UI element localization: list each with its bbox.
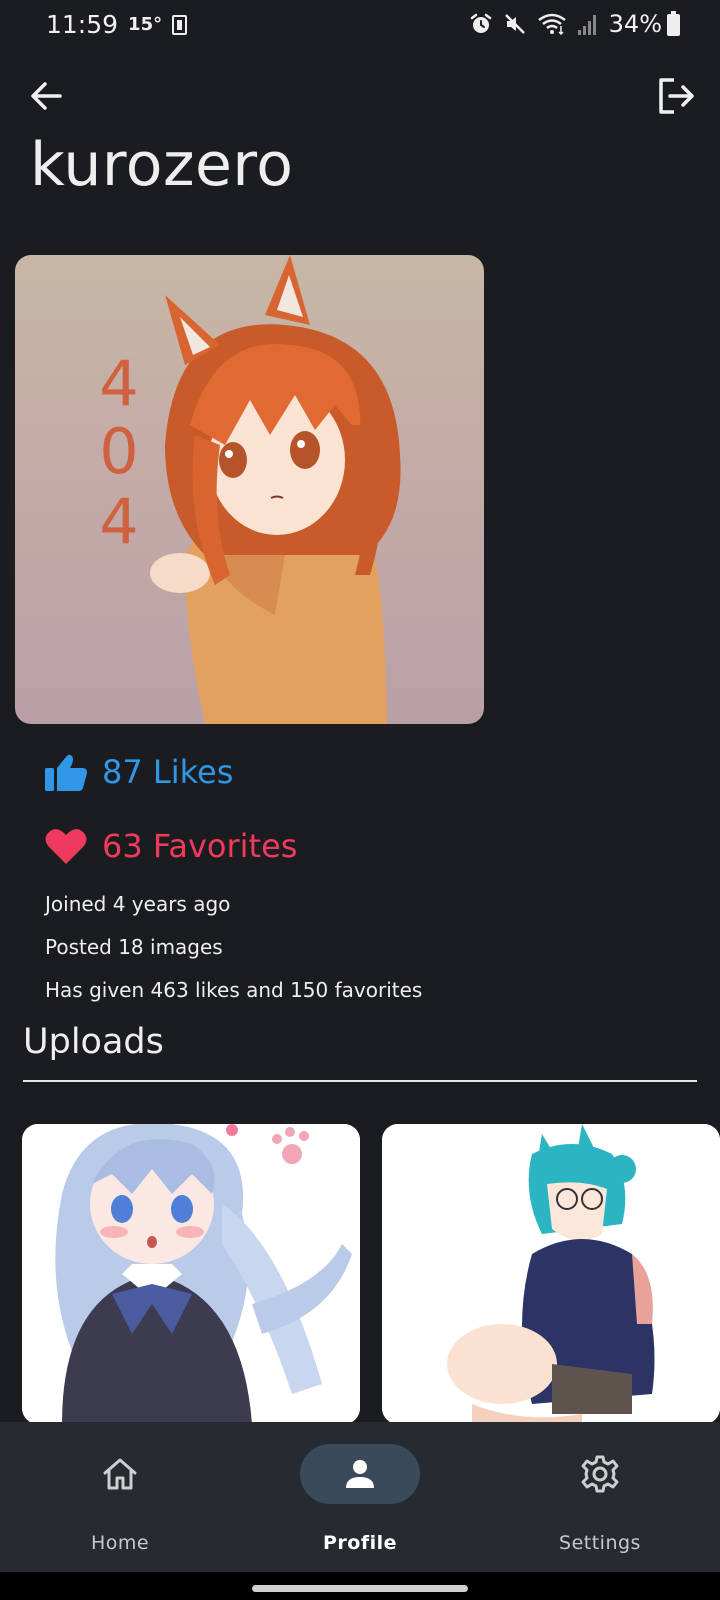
heart-icon bbox=[45, 829, 87, 864]
nav-item-home[interactable]: Home bbox=[0, 1422, 240, 1572]
profile-avatar: 4 0 4 bbox=[15, 255, 484, 724]
joined-info: Joined 4 years ago bbox=[45, 892, 231, 916]
logout-button[interactable] bbox=[654, 74, 698, 118]
avatar-text-4b: 4 bbox=[99, 485, 138, 558]
upload-image-2 bbox=[382, 1124, 720, 1424]
battery-icon bbox=[667, 11, 680, 36]
wifi-icon bbox=[537, 13, 566, 36]
home-icon bbox=[103, 1458, 137, 1490]
upload-image-1 bbox=[22, 1124, 360, 1424]
logout-icon bbox=[659, 78, 694, 114]
upload-thumbnail[interactable] bbox=[22, 1124, 360, 1424]
likes-stat: 87 Likes bbox=[44, 752, 233, 792]
upload-thumbnail[interactable] bbox=[382, 1124, 720, 1424]
bottom-navigation: Home Profile Settings bbox=[0, 1422, 720, 1572]
posted-info: Posted 18 images bbox=[45, 935, 223, 959]
nav-label-home: Home bbox=[90, 1532, 150, 1554]
alarm-icon bbox=[470, 13, 491, 33]
status-time: 11:59 bbox=[46, 10, 119, 39]
status-temperature: 15° bbox=[128, 14, 163, 35]
uploads-heading: Uploads bbox=[23, 1022, 164, 1062]
status-right: 34% bbox=[469, 10, 662, 38]
person-icon bbox=[346, 1460, 374, 1488]
avatar-illustration: 4 0 4 bbox=[99, 255, 401, 724]
gear-icon bbox=[581, 1455, 619, 1493]
thumbs-up-icon bbox=[45, 754, 87, 791]
profile-screen: 11:59 15° 34% kurozero 4 0 4 87 Likes 63… bbox=[0, 0, 720, 1600]
avatar-text-4a: 4 bbox=[99, 347, 138, 420]
nav-item-settings[interactable]: Settings bbox=[480, 1422, 720, 1572]
favorites-stat: 63 Favorites bbox=[44, 826, 297, 866]
status-left: 11:59 15° bbox=[46, 10, 188, 39]
mute-icon bbox=[504, 14, 525, 34]
profile-username: kurozero bbox=[30, 130, 294, 200]
nav-label-settings: Settings bbox=[559, 1532, 641, 1554]
likes-count: 87 Likes bbox=[102, 753, 234, 791]
battery-percent: 34% bbox=[608, 10, 662, 38]
favorites-count: 63 Favorites bbox=[102, 827, 298, 865]
home-indicator[interactable] bbox=[252, 1585, 468, 1592]
signal-icon bbox=[577, 15, 596, 35]
nav-item-profile[interactable]: Profile bbox=[240, 1422, 480, 1572]
avatar-text-0: 0 bbox=[99, 415, 138, 488]
given-info: Has given 463 likes and 150 favorites bbox=[45, 978, 423, 1002]
arrow-left-icon bbox=[31, 82, 62, 110]
uploads-divider bbox=[23, 1080, 697, 1082]
back-button[interactable] bbox=[26, 76, 66, 116]
nav-label-profile: Profile bbox=[322, 1532, 398, 1554]
sim-card-icon bbox=[172, 14, 188, 35]
status-bar: 11:59 15° 34% bbox=[0, 0, 720, 52]
